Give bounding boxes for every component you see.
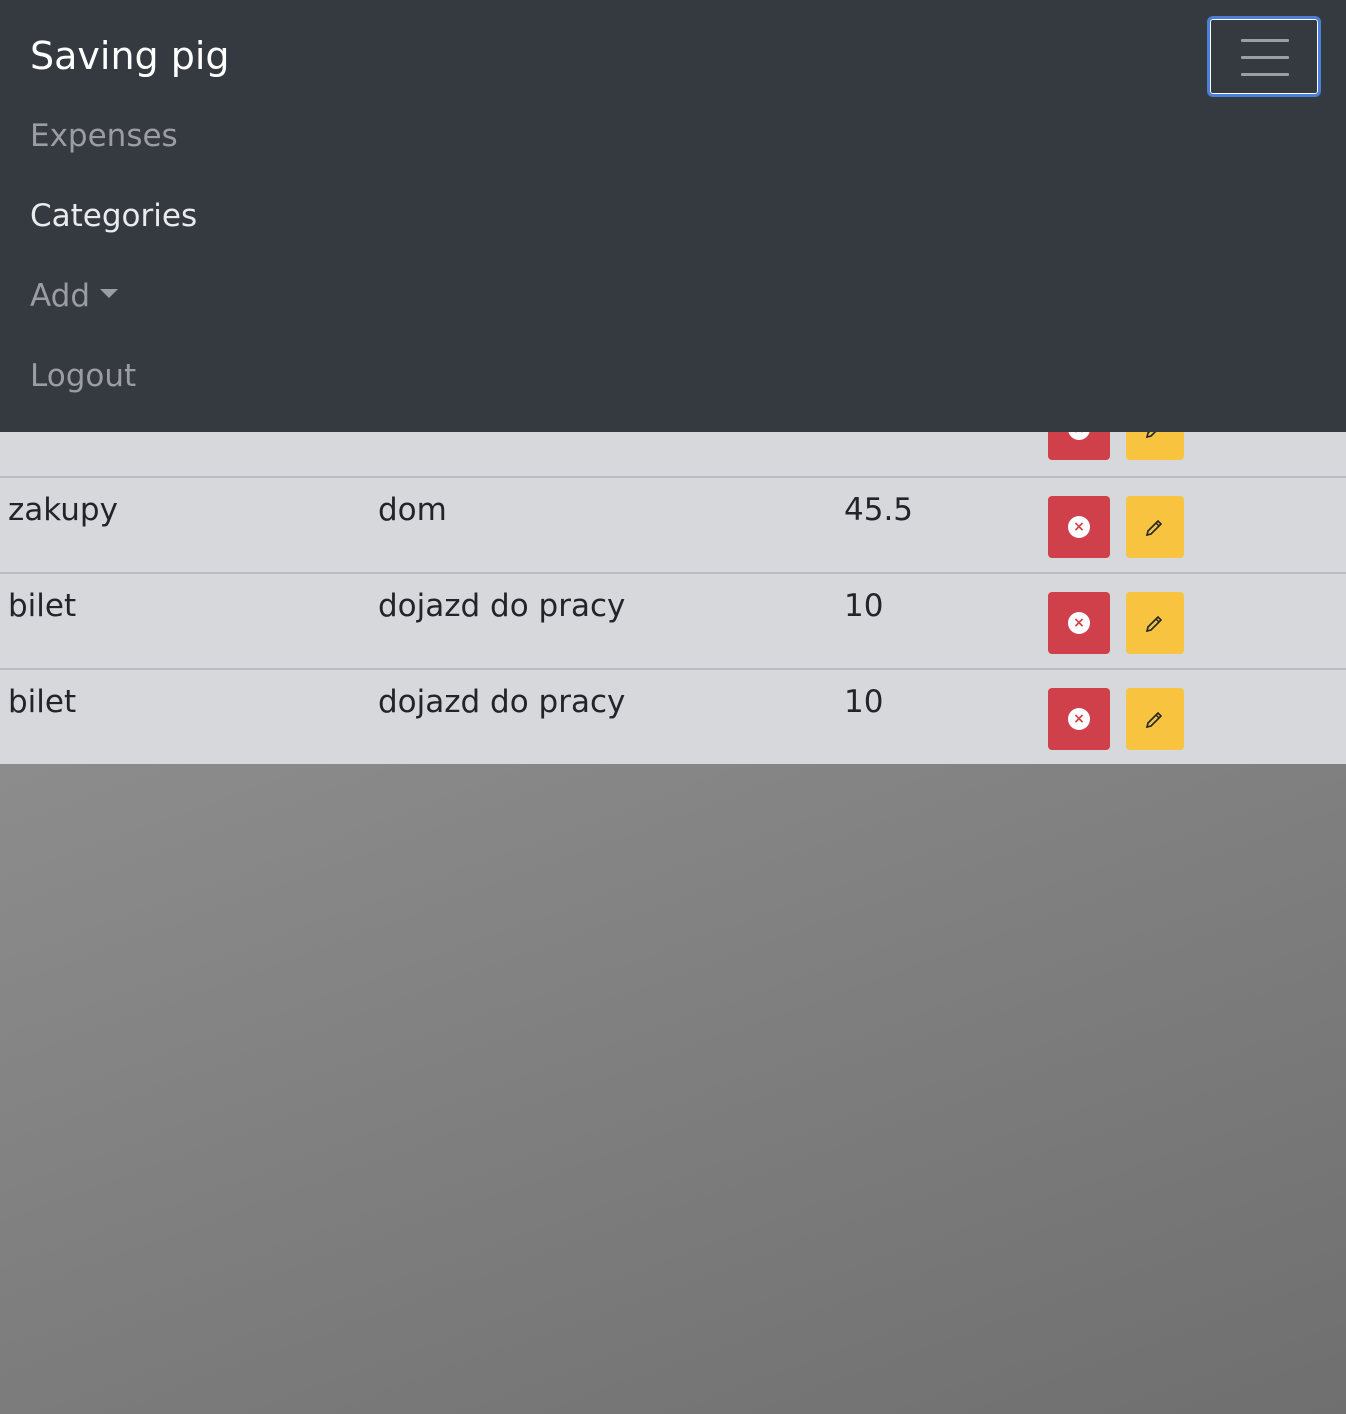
nav-link-categories[interactable]: Categories [30, 198, 197, 234]
expense-category: dojazd do pracy [378, 588, 626, 624]
edit-button[interactable] [1126, 592, 1184, 654]
table-row: bilet dojazd do pracy 10 × [0, 668, 1346, 764]
edit-button[interactable] [1126, 496, 1184, 558]
caret-down-icon [100, 289, 119, 298]
nav-link-expenses[interactable]: Expenses [30, 118, 178, 154]
delete-button[interactable]: × [1048, 592, 1110, 654]
pencil-icon [1145, 711, 1163, 729]
expense-amount: 45.5 [844, 492, 914, 528]
expense-amount: 10 [844, 684, 884, 720]
nav-link-label: Add [30, 278, 91, 314]
edit-button[interactable] [1126, 688, 1184, 750]
nav-link-label: Categories [30, 198, 198, 234]
delete-button[interactable]: × [1048, 496, 1110, 558]
table-row: bilet dojazd do pracy 10 × [0, 572, 1346, 668]
delete-button[interactable]: × [1048, 688, 1110, 750]
navbar: Saving pig Expenses Categories Add Logou… [0, 0, 1346, 432]
pencil-icon [1145, 615, 1163, 633]
expense-name: bilet [8, 588, 77, 624]
x-circle-icon: × [1068, 516, 1090, 538]
hamburger-icon [1241, 73, 1289, 76]
expenses-table: × zakupy dom 45.5 × bilet dojazd do prac… [0, 380, 1346, 764]
nav-link-label: Expenses [30, 118, 178, 154]
pencil-icon [1145, 519, 1163, 537]
brand-title[interactable]: Saving pig [30, 34, 230, 78]
expense-category: dom [378, 492, 447, 528]
expense-category: dojazd do pracy [378, 684, 626, 720]
hamburger-icon [1241, 39, 1289, 42]
expense-name: bilet [8, 684, 77, 720]
expense-name: zakupy [8, 492, 118, 528]
hamburger-icon [1241, 56, 1289, 59]
nav-link-add-dropdown[interactable]: Add [30, 278, 119, 314]
nav-link-label: Logout [30, 358, 137, 394]
nav-link-logout[interactable]: Logout [30, 358, 136, 394]
x-circle-icon: × [1068, 708, 1090, 730]
table-row: zakupy dom 45.5 × [0, 476, 1346, 572]
menu-toggle-button[interactable] [1207, 16, 1321, 97]
expense-amount: 10 [844, 588, 884, 624]
x-circle-icon: × [1068, 612, 1090, 634]
